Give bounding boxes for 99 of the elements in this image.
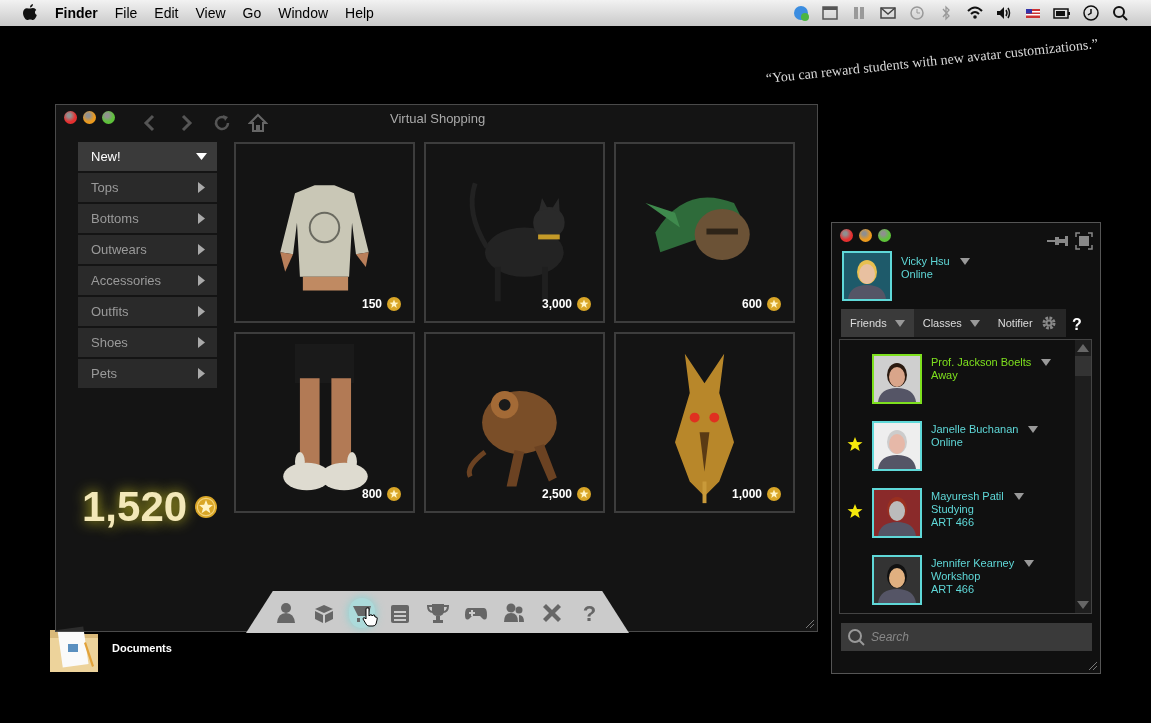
product-card[interactable]: 150 bbox=[234, 142, 415, 323]
category-item[interactable]: Bottoms bbox=[78, 204, 217, 233]
price-label: 1,000 bbox=[731, 486, 762, 503]
gear-icon[interactable] bbox=[1040, 315, 1057, 331]
product-card[interactable]: 3,000 bbox=[424, 142, 605, 323]
help-button[interactable]: ? bbox=[576, 598, 603, 628]
coin-icon bbox=[577, 297, 591, 311]
caret-down-icon[interactable] bbox=[1028, 426, 1039, 433]
scrollbar[interactable] bbox=[1075, 340, 1091, 613]
friend-name[interactable]: Jennifer Kearney bbox=[931, 557, 1015, 570]
scroll-up-icon[interactable] bbox=[1077, 344, 1089, 352]
caret-down-icon[interactable] bbox=[1024, 560, 1035, 567]
menu-item[interactable]: File bbox=[114, 2, 138, 24]
caret-right-icon bbox=[196, 306, 207, 317]
menu-item[interactable]: Go bbox=[242, 2, 262, 24]
status-text: Away bbox=[931, 369, 959, 382]
price-label: 150 bbox=[361, 296, 382, 313]
caret-right-icon bbox=[196, 182, 207, 193]
close-button[interactable] bbox=[840, 229, 853, 242]
search-field[interactable]: Search bbox=[841, 623, 1092, 651]
price-label: 2,500 bbox=[541, 486, 572, 503]
search-icon[interactable] bbox=[1111, 4, 1129, 22]
caret-right-icon bbox=[196, 213, 207, 224]
menu-item[interactable]: Window bbox=[278, 2, 329, 24]
star-icon[interactable] bbox=[847, 503, 863, 519]
category-item[interactable]: New! bbox=[78, 142, 217, 171]
calendar-icon[interactable] bbox=[821, 4, 839, 22]
coin-balance: 1,520 bbox=[82, 482, 188, 532]
status-text: Online bbox=[931, 436, 964, 449]
category-item[interactable]: Pets bbox=[78, 359, 217, 388]
menu-item[interactable]: View bbox=[195, 2, 226, 24]
friend-name[interactable]: Prof. Jackson Boelts bbox=[931, 356, 1032, 369]
caret-right-icon bbox=[196, 368, 207, 379]
category-item[interactable]: Outwears bbox=[78, 235, 217, 264]
price-label: 600 bbox=[741, 296, 762, 313]
minimize-button[interactable] bbox=[859, 229, 872, 242]
menu-item[interactable]: Edit bbox=[154, 2, 179, 24]
coin-icon bbox=[767, 297, 781, 311]
refresh-icon[interactable] bbox=[212, 113, 232, 133]
zoom-button[interactable] bbox=[878, 229, 891, 242]
category-item[interactable]: Accessories bbox=[78, 266, 217, 295]
status-text: Online bbox=[901, 268, 934, 281]
window-title: Virtual Shopping bbox=[390, 110, 486, 128]
coin-icon bbox=[195, 495, 218, 518]
price-label: 800 bbox=[361, 486, 382, 503]
scroll-down-icon[interactable] bbox=[1077, 601, 1089, 609]
caret-down-icon[interactable] bbox=[1041, 359, 1052, 366]
category-item[interactable]: Outfits bbox=[78, 297, 217, 326]
price-label: 3,000 bbox=[541, 296, 572, 313]
menu-item[interactable]: Finder bbox=[55, 2, 98, 24]
quote-text: “You can reward students with new avatar customizations.” bbox=[764, 35, 1099, 88]
caret-down-icon bbox=[894, 319, 905, 327]
category-item[interactable]: Shoes bbox=[78, 328, 217, 357]
search-icon bbox=[847, 628, 865, 646]
caret-right-icon bbox=[196, 244, 207, 255]
help-button[interactable]: ? bbox=[1072, 313, 1082, 337]
caret-down-icon bbox=[969, 319, 980, 327]
course-text: ART 466 bbox=[931, 516, 975, 529]
tab[interactable]: Friends bbox=[841, 309, 914, 337]
clock-icon[interactable] bbox=[1082, 4, 1100, 22]
product-card[interactable]: 600 bbox=[614, 142, 795, 323]
apple-logo-icon[interactable] bbox=[22, 4, 38, 22]
caret-down-icon[interactable] bbox=[959, 258, 970, 265]
coin-icon bbox=[387, 487, 401, 501]
status-text: Workshop bbox=[931, 570, 982, 583]
wifi-icon[interactable] bbox=[966, 4, 984, 22]
caret-down-icon bbox=[196, 151, 207, 162]
caret-right-icon bbox=[196, 275, 207, 286]
close-button[interactable] bbox=[64, 111, 77, 124]
product-card[interactable]: 800 bbox=[234, 332, 415, 513]
scroll-thumb[interactable] bbox=[1075, 356, 1091, 376]
resize-grip-icon[interactable] bbox=[1088, 661, 1098, 671]
friend-name[interactable]: Janelle Buchanan bbox=[931, 423, 1019, 436]
tab[interactable]: Classes bbox=[913, 309, 989, 337]
category-item[interactable]: Tops bbox=[78, 173, 217, 202]
pin-icon[interactable] bbox=[1047, 235, 1069, 247]
coin-icon bbox=[387, 297, 401, 311]
caret-down-icon[interactable] bbox=[1013, 493, 1024, 500]
course-text: ART 466 bbox=[931, 583, 975, 596]
fullscreen-icon[interactable] bbox=[1075, 232, 1093, 250]
user-name[interactable]: Vicky Hsu bbox=[901, 255, 950, 268]
coin-icon bbox=[767, 487, 781, 501]
zoom-button[interactable] bbox=[102, 111, 115, 124]
envelope-icon[interactable] bbox=[879, 4, 897, 22]
folder-label[interactable]: Documents bbox=[112, 639, 172, 657]
pointer-cursor-icon bbox=[362, 607, 378, 627]
product-card[interactable]: 2,500 bbox=[424, 332, 605, 513]
tab[interactable]: Notifier bbox=[988, 309, 1066, 337]
minimize-button[interactable] bbox=[83, 111, 96, 124]
menu-item[interactable]: Help bbox=[345, 2, 374, 24]
resize-grip-icon[interactable] bbox=[805, 619, 815, 629]
status-text: Studying bbox=[931, 503, 975, 516]
star-icon[interactable] bbox=[847, 436, 863, 452]
coin-icon bbox=[577, 487, 591, 501]
product-card[interactable]: 1,000 bbox=[614, 332, 795, 513]
sync-icon[interactable] bbox=[792, 4, 810, 22]
caret-right-icon bbox=[196, 337, 207, 348]
home-icon[interactable] bbox=[248, 113, 268, 133]
friend-name[interactable]: Mayuresh Patil bbox=[931, 490, 1004, 503]
